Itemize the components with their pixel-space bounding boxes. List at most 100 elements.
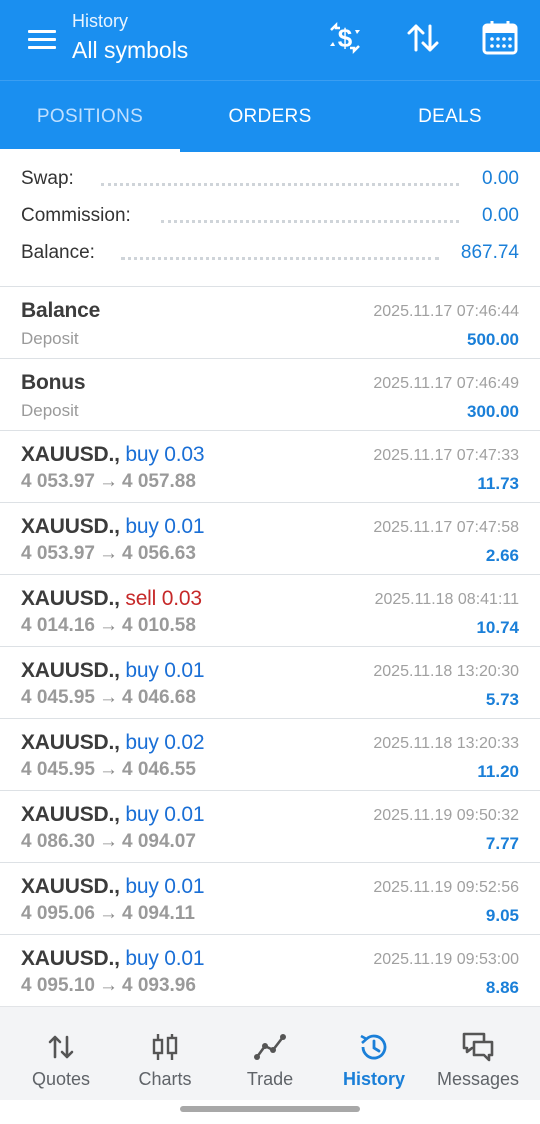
deal-row[interactable]: XAUUSD., buy 0.01 4 086.30 → 4 094.07 2025.1… [0,791,540,863]
sort-icon [407,24,439,52]
calendar-button[interactable] [478,16,522,60]
deal-profit: 9.05 [485,906,519,925]
deal-symbol: XAUUSD., [21,803,120,826]
nav-messages-label: Messages [436,1069,520,1089]
close-price: 4 094.11 [121,903,195,924]
calendar-icon [482,21,518,55]
arrow-right-icon: → [98,615,118,636]
messages-icon [462,1032,494,1062]
sort-button[interactable] [401,16,445,60]
tab-positions[interactable]: POSITIONS [0,81,180,152]
deal-title: XAUUSD., buy 0.01 [21,947,205,971]
summary-commission-row: Commission: 0.00 [21,205,519,235]
balance-value: 867.74 [452,242,519,264]
close-price: 4 046.55 [121,759,196,780]
deal-side: buy 0.01 [125,659,205,682]
deal-row[interactable]: XAUUSD., buy 0.03 4 053.97 → 4 057.88 2025.1… [0,431,540,503]
deal-title: XAUUSD., buy 0.03 [21,443,205,467]
nav-trade[interactable]: Trade [216,1007,324,1101]
open-price: 4 053.97 [21,543,95,564]
deal-title: XAUUSD., buy 0.01 [21,659,205,683]
nav-history[interactable]: History [320,1007,428,1101]
deal-profit: 11.73 [477,474,519,493]
deal-row[interactable]: XAUUSD., buy 0.01 4 095.10 → 4 093.96 2025.1… [0,935,540,1007]
menu-button[interactable] [22,24,58,54]
commission-value: 0.00 [474,205,519,227]
deal-row[interactable]: XAUUSD., buy 0.02 4 045.95 → 4 046.55 2025.1… [0,719,540,791]
deal-side: buy 0.01 [125,947,205,970]
deal-row[interactable]: XAUUSD., buy 0.01 4 045.95 → 4 046.68 2025.1… [0,647,540,719]
nav-trade-label: Trade [246,1069,294,1089]
nav-charts-label: Charts [138,1069,192,1089]
deal-symbol: XAUUSD., [21,443,120,466]
deal-profit: 11.20 [477,762,519,781]
deal-row[interactable]: Bonus Deposit 2025.11.17 07:46:49 300.00 [0,359,540,431]
arrow-right-icon: → [98,543,118,564]
deal-comment: Deposit [21,329,79,348]
arrow-right-icon: → [98,687,118,708]
deal-row[interactable]: XAUUSD., buy 0.01 4 095.06 → 4 094.11 2025.1… [0,863,540,935]
deal-time: 2025.11.17 07:47:58 [373,519,519,536]
deal-prices: 4 045.95 → 4 046.55 [21,759,196,781]
currency-exchange-icon: $ [330,21,360,55]
close-price: 4 057.88 [121,471,196,492]
deal-symbol: XAUUSD., [21,587,120,610]
nav-messages[interactable]: Messages [424,1007,532,1101]
deal-title: Balance [21,299,100,323]
page-title[interactable]: All symbols [72,32,188,68]
deal-row[interactable]: Balance Deposit 2025.11.17 07:46:44 500.00 [0,287,540,359]
deal-row[interactable]: XAUUSD., buy 0.01 4 053.97 → 4 056.63 2025.1… [0,503,540,575]
nav-charts[interactable]: Charts [111,1007,219,1101]
open-price: 4 053.97 [21,471,95,492]
deal-time: 2025.11.17 07:47:33 [373,447,519,464]
deal-time: 2025.11.17 07:46:44 [373,303,519,320]
trade-icon [254,1034,286,1060]
menu-icon [28,30,56,33]
tab-orders[interactable]: ORDERS [180,81,360,152]
deal-time: 2025.11.18 13:20:33 [373,735,519,752]
open-price: 4 045.95 [21,759,95,780]
open-price: 4 086.30 [21,831,95,852]
deal-side: buy 0.02 [125,731,205,754]
deal-title: Bonus [21,371,86,395]
deal-side: buy 0.03 [125,443,205,466]
close-price: 4 093.96 [121,975,196,996]
deal-side: sell 0.03 [125,587,202,610]
deal-profit: 2.66 [485,546,519,565]
deal-symbol: XAUUSD., [21,731,120,754]
nav-history-label: History [342,1069,405,1089]
arrow-right-icon: → [98,759,118,780]
deal-profit: 7.77 [485,834,519,853]
deal-time: 2025.11.19 09:52:56 [373,879,519,896]
deal-symbol: XAUUSD., [21,875,120,898]
page-subtitle: History [72,11,129,31]
deal-prices: 4 095.10 → 4 093.96 [21,975,196,997]
deal-title: XAUUSD., sell 0.03 [21,587,202,611]
deal-profit: 500.00 [467,330,519,349]
deal-prices: 4 086.30 → 4 094.07 [21,831,196,853]
history-icon [360,1034,387,1060]
history-tabs: POSITIONS ORDERS DEALS [0,80,540,152]
summary-panel: Swap: 0.00 Commission: 0.00 Balance: 867… [0,152,540,286]
tab-deals[interactable]: DEALS [360,81,540,152]
dotted-leader [101,183,459,186]
deal-title: XAUUSD., buy 0.01 [21,875,205,899]
deal-profit: 300.00 [467,402,519,421]
nav-quotes[interactable]: Quotes [7,1007,115,1101]
deal-prices: 4 095.06 → 4 094.11 [21,903,195,925]
menu-icon-bar [28,46,56,49]
deal-time: 2025.11.19 09:50:32 [373,807,519,824]
deal-time: 2025.11.18 08:41:11 [374,591,519,608]
summary-balance-row: Balance: 867.74 [21,242,519,272]
dotted-leader [121,257,439,260]
deal-side: buy 0.01 [125,875,205,898]
deal-time: 2025.11.19 09:53:00 [373,951,519,968]
currency-exchange-button[interactable]: $ [323,16,367,60]
home-indicator[interactable] [180,1106,360,1112]
balance-label: Balance: [21,242,103,264]
open-price: 4 095.10 [21,975,95,996]
charts-icon [152,1034,178,1060]
deal-comment: Deposit [21,401,79,420]
deal-row[interactable]: XAUUSD., sell 0.03 4 014.16 → 4 010.58 2025.… [0,575,540,647]
close-price: 4 046.68 [121,687,196,708]
